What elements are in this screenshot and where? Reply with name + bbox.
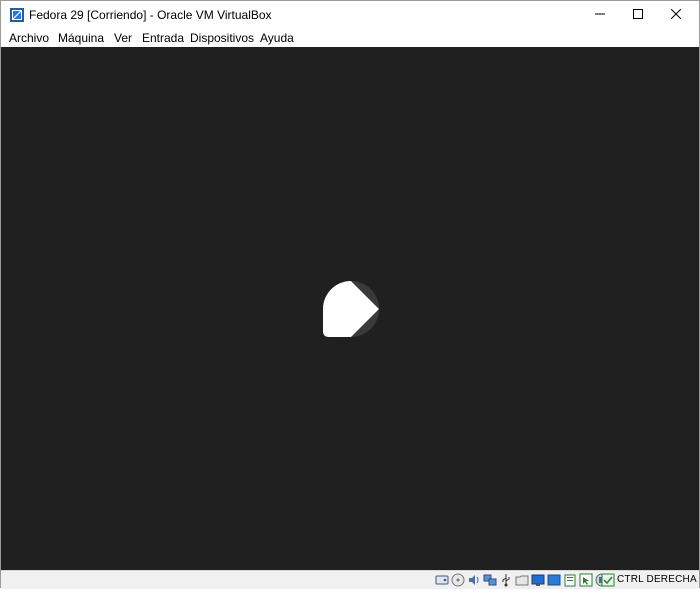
video-capture-icon[interactable] bbox=[547, 573, 561, 587]
menu-ver[interactable]: Ver bbox=[114, 31, 132, 45]
menu-entrada[interactable]: Entrada bbox=[142, 31, 184, 45]
virtualbox-window: Fedora 29 [Corriendo] - Oracle VM Virtua… bbox=[0, 0, 700, 589]
close-icon bbox=[670, 6, 682, 24]
shared-folders-icon[interactable] bbox=[515, 573, 529, 587]
menu-archivo[interactable]: Archivo bbox=[9, 31, 49, 45]
title-bar[interactable]: Fedora 29 [Corriendo] - Oracle VM Virtua… bbox=[1, 1, 699, 29]
status-bar: CTRL DERECHA bbox=[1, 570, 699, 589]
menu-bar: Archivo Máquina Ver Entrada Dispositivos… bbox=[1, 29, 699, 47]
optical-drive-icon[interactable] bbox=[451, 573, 465, 587]
usb-icon[interactable] bbox=[499, 573, 513, 587]
virtualbox-app-icon bbox=[9, 7, 25, 23]
menu-maquina[interactable]: Máquina bbox=[58, 31, 104, 45]
menu-ayuda[interactable]: Ayuda bbox=[260, 31, 294, 45]
clipboard-icon[interactable] bbox=[563, 573, 577, 587]
network-icon[interactable] bbox=[483, 573, 497, 587]
maximize-icon bbox=[633, 6, 643, 24]
host-key-label: CTRL DERECHA bbox=[617, 574, 697, 585]
mouse-integration-icon[interactable] bbox=[579, 573, 593, 587]
menu-dispositivos[interactable]: Dispositivos bbox=[190, 31, 254, 45]
minimize-icon bbox=[595, 6, 605, 24]
hard-disk-icon[interactable] bbox=[435, 573, 449, 587]
host-key-indicator-icon[interactable] bbox=[601, 573, 615, 587]
close-button[interactable] bbox=[653, 1, 699, 29]
audio-icon[interactable] bbox=[467, 573, 481, 587]
display-icon[interactable] bbox=[531, 573, 545, 587]
fedora-loading-icon bbox=[323, 281, 379, 337]
window-title: Fedora 29 [Corriendo] - Oracle VM Virtua… bbox=[29, 8, 272, 22]
vm-display[interactable] bbox=[1, 47, 699, 570]
